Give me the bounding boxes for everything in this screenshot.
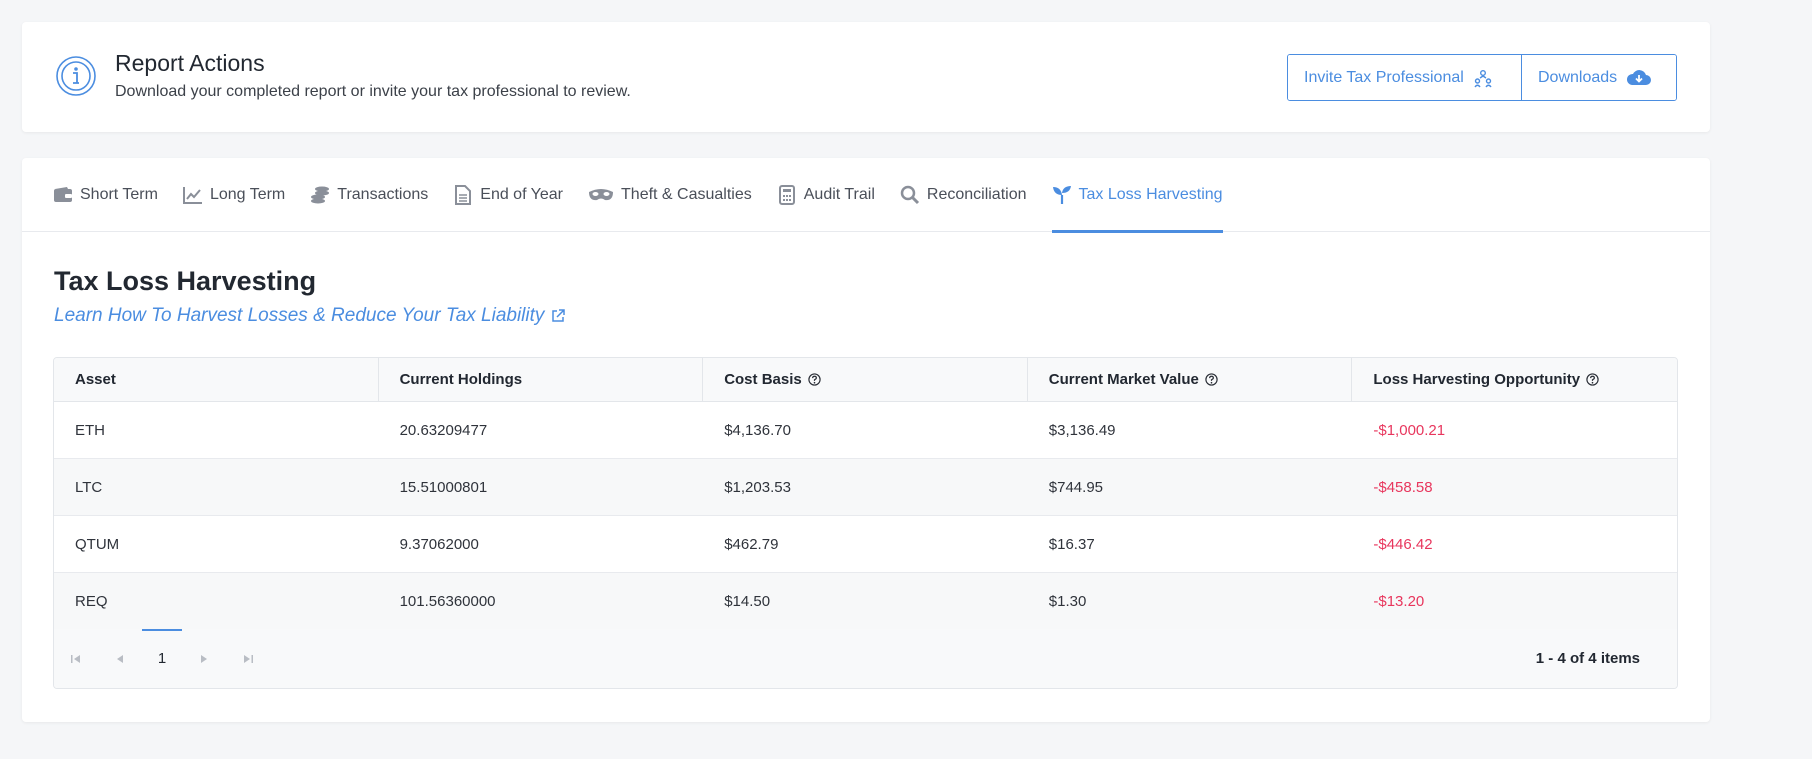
cell-asset: QTUM xyxy=(75,535,120,553)
column-header-cost-basis-label: Cost Basis xyxy=(724,371,802,388)
learn-harvest-losses-link[interactable]: Learn How To Harvest Losses & Reduce You… xyxy=(54,305,566,327)
next-page-icon xyxy=(201,654,207,663)
downloads-button[interactable]: Downloads xyxy=(1521,55,1676,100)
tab-long-term[interactable]: Long Term xyxy=(182,158,286,232)
tab-reconciliation-label: Reconciliation xyxy=(926,186,1027,203)
report-tabs: Short Term Long Term Transactions End of… xyxy=(22,158,1710,233)
cell-market-value: $16.37 xyxy=(1048,535,1095,553)
previous-page-icon xyxy=(117,654,123,663)
search-icon xyxy=(900,185,920,205)
cell-asset: LTC xyxy=(75,478,103,496)
column-header-loss-harvesting-opportunity[interactable]: Loss Harvesting Opportunity xyxy=(1352,358,1677,401)
tab-transactions-label: Transactions xyxy=(337,186,429,203)
cell-cost-basis: $462.79 xyxy=(724,535,779,553)
tab-tax-loss-harvesting-label: Tax Loss Harvesting xyxy=(1078,186,1223,203)
column-header-asset[interactable]: Asset xyxy=(54,358,379,401)
table-header: Asset Current Holdings Cost Basis Curren… xyxy=(54,358,1677,402)
column-header-holdings-label: Current Holdings xyxy=(399,371,523,388)
cell-cost-basis: $1,203.53 xyxy=(724,478,791,496)
tab-long-term-label: Long Term xyxy=(209,186,286,203)
last-page-button[interactable] xyxy=(226,629,270,688)
table-row[interactable]: ETH 20.63209477 $4,136.70 $3,136.49 -$1,… xyxy=(54,402,1677,459)
tab-short-term[interactable]: Short Term xyxy=(53,158,158,232)
previous-page-button[interactable] xyxy=(98,629,142,688)
tax-loss-table: Asset Current Holdings Cost Basis Curren… xyxy=(53,357,1678,689)
cell-market-value: $744.95 xyxy=(1048,478,1104,496)
learn-link-label: Learn How To Harvest Losses & Reduce You… xyxy=(54,305,545,326)
cell-holdings: 20.63209477 xyxy=(399,421,488,439)
cell-holdings: 9.37062000 xyxy=(399,535,479,553)
page-number-current[interactable]: 1 xyxy=(142,629,182,688)
cell-cost-basis: $14.50 xyxy=(724,592,771,610)
cloud-download-icon xyxy=(1627,69,1652,85)
tab-end-of-year[interactable]: End of Year xyxy=(453,158,563,232)
column-header-market-value-label: Current Market Value xyxy=(1048,371,1199,388)
first-page-button[interactable] xyxy=(54,629,98,688)
cell-asset: REQ xyxy=(75,592,108,610)
mask-icon xyxy=(588,185,614,205)
coins-icon xyxy=(310,185,330,205)
invite-button-label: Invite Tax Professional xyxy=(1304,68,1464,86)
tab-tax-loss-harvesting[interactable]: Tax Loss Harvesting xyxy=(1051,158,1223,233)
cell-cost-basis: $4,136.70 xyxy=(724,421,791,439)
next-page-button[interactable] xyxy=(182,629,226,688)
calculator-icon xyxy=(777,185,797,205)
cell-opportunity: -$446.42 xyxy=(1373,535,1433,553)
tab-theft-casualties[interactable]: Theft & Casualties xyxy=(588,158,752,232)
info-circle-icon xyxy=(56,56,96,96)
table-row[interactable]: REQ 101.56360000 $14.50 $1.30 -$13.20 xyxy=(54,573,1677,630)
report-actions-button-group: Invite Tax Professional Downloads xyxy=(1287,54,1677,101)
tab-transactions[interactable]: Transactions xyxy=(310,158,428,232)
question-circle-icon[interactable] xyxy=(808,373,821,386)
cell-opportunity: -$458.58 xyxy=(1373,478,1433,496)
tab-audit-trail[interactable]: Audit Trail xyxy=(777,158,875,232)
table-pager: 1 1 - 4 of 4 items xyxy=(54,629,1677,688)
cell-holdings: 101.56360000 xyxy=(399,592,496,610)
seedling-icon xyxy=(1052,185,1072,205)
tab-short-term-label: Short Term xyxy=(80,186,158,203)
tab-end-of-year-label: End of Year xyxy=(480,186,564,203)
wallet-icon xyxy=(53,185,73,205)
people-network-icon xyxy=(1474,69,1492,87)
line-chart-icon xyxy=(182,185,203,205)
tab-reconciliation[interactable]: Reconciliation xyxy=(900,158,1027,232)
cell-asset: ETH xyxy=(75,421,105,439)
page-title: Tax Loss Harvesting xyxy=(54,266,317,296)
document-icon xyxy=(453,185,473,205)
pager-info: 1 - 4 of 4 items xyxy=(1535,650,1640,667)
table-row[interactable]: LTC 15.51000801 $1,203.53 $744.95 -$458.… xyxy=(54,459,1677,516)
report-actions-card: Report Actions Download your completed r… xyxy=(22,22,1710,132)
tab-theft-casualties-label: Theft & Casualties xyxy=(621,186,752,203)
invite-tax-professional-button[interactable]: Invite Tax Professional xyxy=(1288,55,1521,100)
table-row[interactable]: QTUM 9.37062000 $462.79 $16.37 -$446.42 xyxy=(54,516,1677,573)
column-header-cost-basis[interactable]: Cost Basis xyxy=(703,358,1028,401)
column-header-current-holdings[interactable]: Current Holdings xyxy=(379,358,704,401)
downloads-button-label: Downloads xyxy=(1538,68,1618,86)
report-actions-title: Report Actions xyxy=(115,50,265,76)
column-header-current-market-value[interactable]: Current Market Value xyxy=(1028,358,1353,401)
first-page-icon xyxy=(71,654,80,663)
question-circle-icon[interactable] xyxy=(1205,373,1218,386)
report-actions-description: Download your completed report or invite… xyxy=(115,83,631,100)
report-main-card: Short Term Long Term Transactions End of… xyxy=(22,158,1710,722)
cell-market-value: $3,136.49 xyxy=(1048,421,1116,439)
cell-opportunity: -$1,000.21 xyxy=(1373,421,1446,439)
column-header-opportunity-label: Loss Harvesting Opportunity xyxy=(1373,371,1581,388)
tab-audit-trail-label: Audit Trail xyxy=(803,186,875,203)
cell-holdings: 15.51000801 xyxy=(399,478,488,496)
column-header-asset-label: Asset xyxy=(75,371,116,388)
last-page-icon xyxy=(244,654,253,663)
cell-opportunity: -$13.20 xyxy=(1373,592,1425,610)
cell-market-value: $1.30 xyxy=(1048,592,1087,610)
external-link-icon xyxy=(552,309,566,322)
question-circle-icon[interactable] xyxy=(1586,373,1599,386)
